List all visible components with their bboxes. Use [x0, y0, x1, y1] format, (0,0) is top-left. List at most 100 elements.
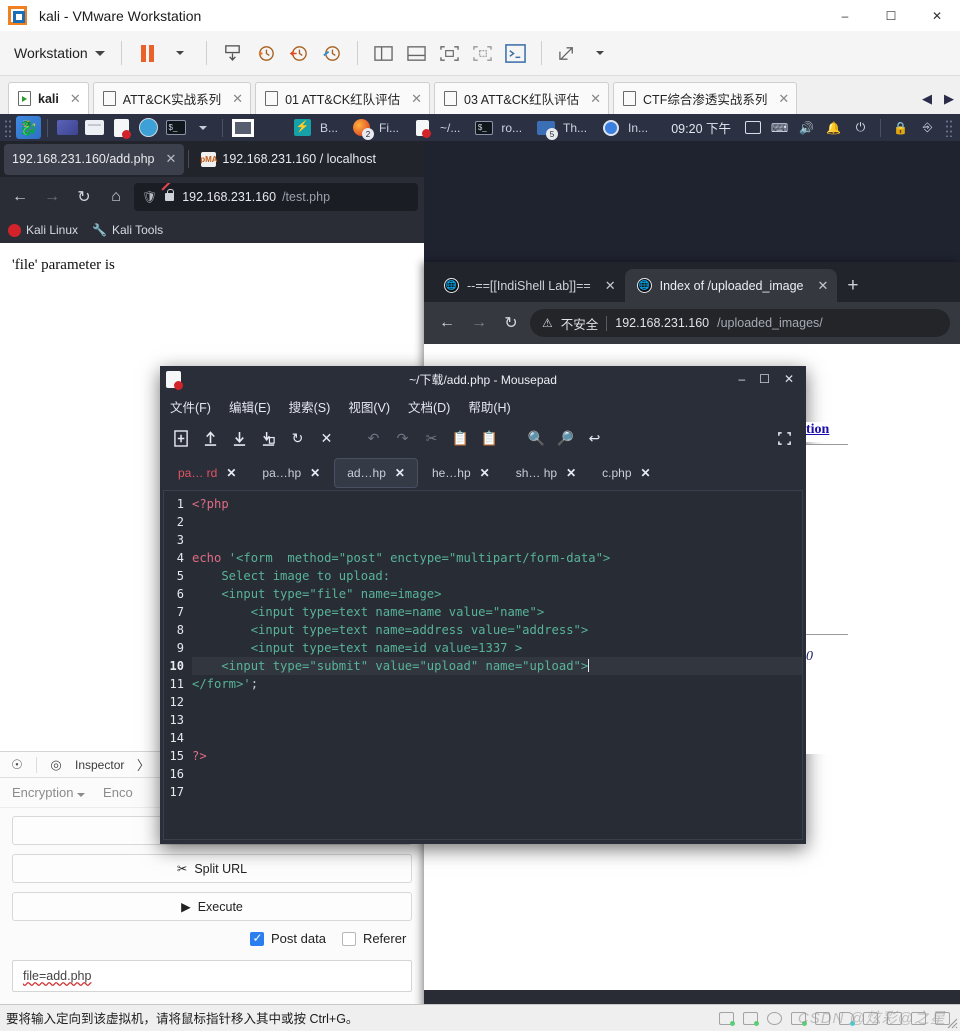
workspace-switcher-icon[interactable] — [56, 116, 79, 139]
copy-icon[interactable]: 📋 — [449, 427, 472, 450]
post-data-checkbox[interactable]: Post data — [250, 931, 326, 946]
chrome-tab-indishell[interactable]: 🌐 --==[[IndiShell Lab]]== ✕ — [432, 269, 625, 302]
minimize-button[interactable]: – — [738, 372, 745, 386]
close-icon[interactable]: ✕ — [166, 151, 177, 167]
file-tab-password[interactable]: pa… rd ✕ — [166, 458, 248, 488]
menu-edit[interactable]: 编辑(E) — [229, 397, 271, 416]
find-icon[interactable]: 🔍 — [525, 427, 548, 450]
paste-icon[interactable]: 📋 — [478, 427, 501, 450]
lock-screen-icon[interactable]: 🔒 — [889, 116, 912, 139]
display-icon[interactable] — [863, 1011, 878, 1025]
taskbar-item-root-terminal[interactable]: $_ ro... — [470, 116, 522, 139]
file-tab-he-php[interactable]: he…hp ✕ — [420, 458, 502, 488]
vm-guest-viewport[interactable]: 🐉 $_ ⚡ B... 2 Fi... ~/... $_ ro... 5 Th.… — [0, 114, 960, 1004]
back-button[interactable]: ← — [434, 310, 460, 336]
devtools-tab-inspector[interactable]: Inspector — [75, 758, 124, 772]
console-icon[interactable]: 〉 — [132, 755, 154, 775]
hard-disk-icon[interactable] — [743, 1011, 759, 1026]
tab-scroll-left-icon[interactable]: ◀ — [922, 91, 932, 107]
pause-vm-button[interactable] — [132, 38, 163, 69]
execute-button[interactable]: ▶ Execute — [12, 892, 412, 921]
clock[interactable]: 09:20 下午 — [671, 118, 731, 137]
close-icon[interactable]: ✕ — [232, 91, 243, 107]
reload-button[interactable]: ↻ — [498, 310, 524, 336]
sound-card-icon[interactable] — [839, 1011, 855, 1026]
firefox-tab-addphp[interactable]: 192.168.231.160/add.php ✕ — [4, 143, 185, 175]
send-ctrl-alt-del-button[interactable] — [552, 38, 583, 69]
show-thumbnail-bar-button[interactable] — [401, 38, 432, 69]
unity-mode-button[interactable] — [467, 38, 498, 69]
tab-scroll-right-icon[interactable]: ▶ — [944, 91, 954, 107]
post-data-textarea[interactable]: file=add.php — [12, 960, 412, 992]
open-file-icon[interactable] — [199, 427, 222, 450]
save-file-icon[interactable] — [228, 427, 251, 450]
chevron-down-icon[interactable] — [191, 116, 214, 139]
vm-tab-attack-series[interactable]: ATT&CK实战系列 ✕ — [92, 82, 252, 114]
taskbar-item-firefox[interactable]: 2 Fi... — [348, 116, 399, 140]
pick-element-icon[interactable]: ☉ — [6, 755, 28, 775]
mousepad-editor[interactable]: 1 2 3 4 5 6 7 8 9 10 11 12 13 14 15 16 1 — [163, 490, 803, 840]
close-icon[interactable]: ✕ — [411, 91, 422, 107]
fullscreen-icon[interactable] — [773, 427, 796, 450]
hard-disk-icon[interactable] — [719, 1011, 735, 1026]
file-tab-pa-php[interactable]: pa…hp ✕ — [250, 458, 332, 488]
menu-file[interactable]: 文件(F) — [170, 397, 211, 416]
referer-checkbox[interactable]: Referer — [341, 931, 406, 946]
close-icon[interactable]: ✕ — [817, 278, 828, 294]
vm-tab-attack-redteam-01[interactable]: 01 ATT&CK红队评估 ✕ — [255, 82, 431, 114]
new-tab-button[interactable]: + — [847, 275, 858, 297]
power-manager-icon[interactable]: ⏻ — [849, 116, 872, 139]
forward-button[interactable]: → — [38, 183, 66, 211]
printer-icon[interactable] — [815, 1011, 830, 1025]
view-options-dropdown[interactable] — [585, 38, 616, 69]
redo-icon[interactable]: ↷ — [391, 427, 414, 450]
close-icon[interactable]: ✕ — [226, 466, 236, 480]
logout-icon[interactable]: ⎆ — [916, 116, 939, 139]
taskbar-item-mousepad[interactable]: ~/... — [409, 116, 460, 139]
close-icon[interactable]: ✕ — [590, 91, 601, 107]
close-icon[interactable]: ✕ — [310, 466, 320, 480]
workstation-menu-button[interactable]: Workstation — [8, 41, 111, 65]
take-snapshot-button[interactable] — [250, 38, 281, 69]
taskbar-item-thunar[interactable]: 5 Th... — [532, 116, 587, 140]
file-tab-add-php[interactable]: ad…hp ✕ — [334, 458, 418, 488]
cut-icon[interactable]: ✂ — [420, 427, 443, 450]
reload-button[interactable]: ↻ — [70, 183, 98, 211]
close-file-icon[interactable]: ✕ — [315, 427, 338, 450]
vm-tab-ctf-series[interactable]: CTF综合渗透实战系列 ✕ — [613, 82, 798, 114]
minimize-button[interactable]: – — [822, 0, 868, 31]
kali-menu-icon[interactable]: 🐉 — [16, 116, 41, 139]
console-view-button[interactable] — [500, 38, 531, 69]
panel-drag-handle[interactable] — [4, 118, 13, 137]
snapshot-manager-button[interactable] — [217, 38, 248, 69]
goto-line-icon[interactable]: ↩ — [583, 427, 606, 450]
page-link-fragment[interactable]: tion — [806, 422, 829, 437]
close-icon[interactable]: ✕ — [480, 466, 490, 480]
menu-view[interactable]: 视图(V) — [348, 397, 390, 416]
close-icon[interactable]: ✕ — [641, 466, 651, 480]
volume-icon[interactable]: 🔊 — [795, 116, 818, 139]
bookmark-kali-tools[interactable]: 🔧 Kali Tools — [92, 223, 163, 237]
panel-drag-handle[interactable] — [945, 118, 954, 137]
chrome-address-bar[interactable]: ⚠ 不安全 192.168.231.160/uploaded_images/ — [530, 309, 950, 337]
reload-icon[interactable]: ↻ — [286, 427, 309, 450]
close-icon[interactable]: ✕ — [605, 278, 616, 294]
vm-tab-kali[interactable]: kali ✕ — [8, 82, 89, 114]
enter-fullscreen-button[interactable] — [434, 38, 465, 69]
menu-search[interactable]: 搜索(S) — [289, 397, 331, 416]
cd-drive-icon[interactable] — [767, 1011, 782, 1025]
menu-document[interactable]: 文档(D) — [408, 397, 450, 416]
chrome-tab-uploaded-images[interactable]: 🌐 Index of /uploaded_image ✕ — [624, 269, 838, 302]
close-icon[interactable]: ✕ — [778, 91, 789, 107]
taskbar-item-burp[interactable]: ⚡ B... — [289, 116, 338, 139]
notifications-icon[interactable]: 🔔 — [822, 116, 845, 139]
display-settings-icon[interactable] — [741, 116, 764, 139]
file-tab-c-php[interactable]: c.php ✕ — [590, 458, 662, 488]
encryption-dropdown[interactable]: Encryption — [12, 785, 86, 800]
save-as-icon[interactable] — [257, 427, 280, 450]
menu-help[interactable]: 帮助(H) — [468, 397, 510, 416]
taskbar-item-chromium[interactable]: In... — [597, 116, 648, 139]
undo-icon[interactable]: ↶ — [362, 427, 385, 450]
text-editor-icon[interactable] — [110, 116, 133, 139]
close-icon[interactable]: ✕ — [70, 91, 81, 107]
